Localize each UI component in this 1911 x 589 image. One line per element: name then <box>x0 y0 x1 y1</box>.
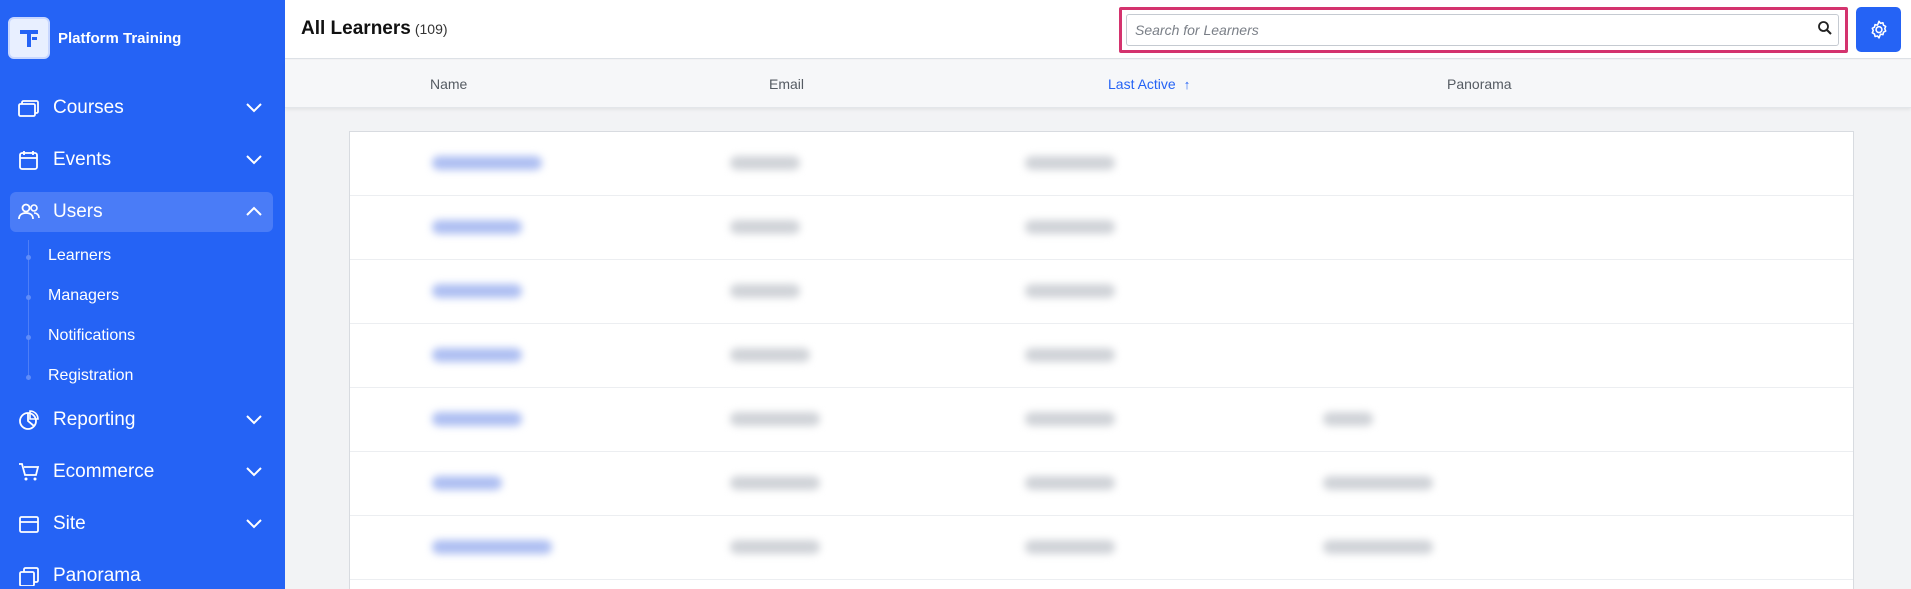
table-row[interactable] <box>350 388 1853 452</box>
submenu-dot <box>26 335 31 340</box>
column-panorama[interactable]: Panorama <box>1447 76 1512 92</box>
submenu-dot <box>26 375 31 380</box>
last-active-cell <box>1025 540 1115 554</box>
sidebar-item-learners[interactable]: Learners <box>48 247 111 265</box>
email-cell <box>730 348 810 362</box>
sidebar-item-notifications[interactable]: Notifications <box>48 327 135 345</box>
panorama-cell <box>1323 540 1433 554</box>
panorama-icon <box>19 567 39 586</box>
nav-users[interactable]: Users <box>10 192 273 232</box>
column-last-active[interactable]: Last Active ↑ <box>1108 76 1190 92</box>
nav-label: Users <box>53 201 103 222</box>
brand-name: Platform Training <box>58 29 182 47</box>
site-icon <box>19 516 39 533</box>
panorama-cell <box>1323 476 1433 490</box>
last-active-cell <box>1025 156 1115 170</box>
column-email[interactable]: Email <box>769 76 804 92</box>
email-cell <box>730 284 800 298</box>
name-cell[interactable] <box>432 540 552 554</box>
last-active-cell <box>1025 284 1115 298</box>
column-last-active-label: Last Active <box>1108 76 1176 92</box>
courses-icon <box>18 100 39 117</box>
nav-label: Panorama <box>53 565 141 586</box>
chevron-down-icon[interactable] <box>245 464 263 478</box>
name-cell[interactable] <box>432 284 522 298</box>
settings-button[interactable] <box>1856 7 1901 52</box>
search-highlight <box>1119 7 1848 53</box>
search-icon[interactable] <box>1817 20 1833 36</box>
email-cell <box>730 156 800 170</box>
chevron-down-icon[interactable] <box>245 412 263 426</box>
chevron-down-icon[interactable] <box>245 100 263 114</box>
nav-site[interactable]: Site <box>10 504 273 544</box>
name-cell[interactable] <box>432 476 502 490</box>
table-row[interactable] <box>350 324 1853 388</box>
sidebar: Platform Training Courses Events Users L… <box>0 0 285 589</box>
page-header: All Learners (109) <box>285 0 1911 59</box>
sort-ascending-icon: ↑ <box>1183 77 1191 92</box>
nav-label: Courses <box>53 97 124 118</box>
brand-logo-icon <box>8 17 50 59</box>
table-row[interactable] <box>350 196 1853 260</box>
nav-label: Reporting <box>53 409 136 430</box>
name-cell[interactable] <box>432 412 522 426</box>
name-cell[interactable] <box>432 156 542 170</box>
submenu-dot <box>26 255 31 260</box>
learner-count: (109) <box>414 21 448 37</box>
chevron-down-icon[interactable] <box>245 152 263 166</box>
calendar-icon <box>19 151 38 170</box>
last-active-cell <box>1025 476 1115 490</box>
table-row[interactable] <box>350 132 1853 196</box>
nav-reporting[interactable]: Reporting <box>10 400 273 440</box>
nav-courses[interactable]: Courses <box>10 88 273 128</box>
search-input[interactable] <box>1126 14 1839 46</box>
table-row[interactable] <box>350 452 1853 516</box>
column-name[interactable]: Name <box>430 76 467 92</box>
name-cell[interactable] <box>432 220 522 234</box>
nav-label: Site <box>53 513 86 534</box>
table-row[interactable] <box>350 516 1853 580</box>
last-active-cell <box>1025 348 1115 362</box>
pie-chart-icon <box>19 410 39 430</box>
submenu-line <box>28 240 29 380</box>
nav-events[interactable]: Events <box>10 140 273 180</box>
page-title: All Learners (109) <box>301 18 448 40</box>
learners-table <box>349 131 1854 589</box>
page-title-text: All Learners <box>301 18 411 39</box>
brand[interactable]: Platform Training <box>8 17 181 59</box>
email-cell <box>730 412 820 426</box>
gear-icon <box>1871 20 1886 39</box>
email-cell <box>730 540 820 554</box>
sidebar-item-managers[interactable]: Managers <box>48 287 119 305</box>
table-column-header: Name Email Last Active ↑ Panorama <box>285 60 1911 108</box>
submenu-dot <box>26 295 31 300</box>
email-cell <box>730 220 800 234</box>
users-icon <box>18 203 40 220</box>
email-cell <box>730 476 820 490</box>
table-row[interactable] <box>350 260 1853 324</box>
cart-icon <box>19 463 40 481</box>
chevron-up-icon[interactable] <box>245 204 263 218</box>
nav-label: Events <box>53 149 112 170</box>
last-active-cell <box>1025 220 1115 234</box>
nav-panorama[interactable]: Panorama <box>10 556 273 589</box>
chevron-down-icon[interactable] <box>245 516 263 530</box>
last-active-cell <box>1025 412 1115 426</box>
nav-ecommerce[interactable]: Ecommerce <box>10 452 273 492</box>
name-cell[interactable] <box>432 348 522 362</box>
sidebar-item-registration[interactable]: Registration <box>48 367 133 385</box>
panorama-cell <box>1323 412 1373 426</box>
nav-label: Ecommerce <box>53 461 155 482</box>
